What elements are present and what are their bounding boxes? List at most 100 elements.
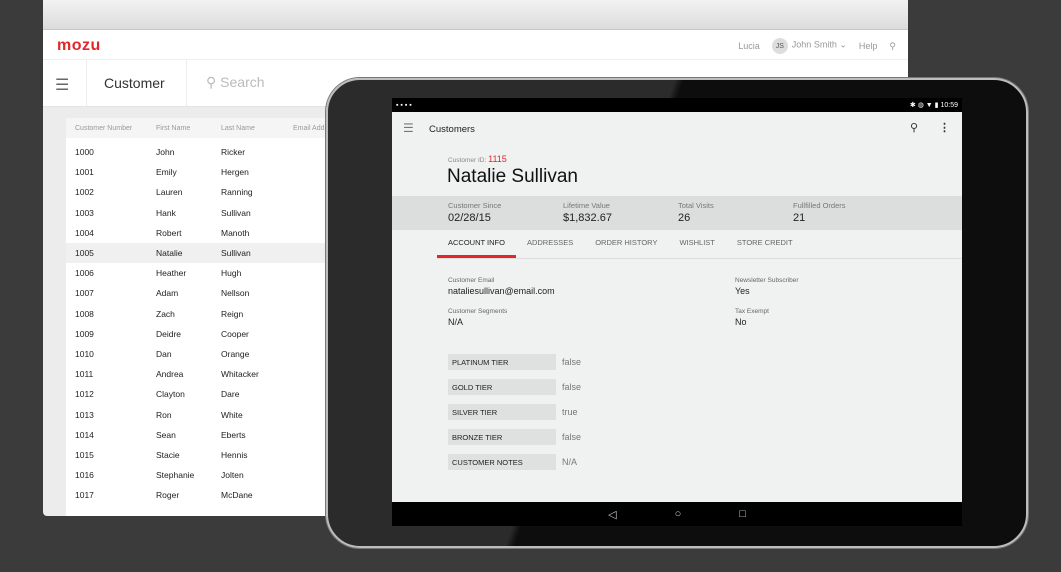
column-header[interactable]: First Name <box>156 125 221 132</box>
customer-id: Customer ID: 1115 <box>448 154 507 164</box>
attribute-row: GOLD TIER false <box>448 375 581 400</box>
store-name[interactable]: Lucia <box>738 41 760 51</box>
attribute-key: BRONZE TIER <box>448 428 556 445</box>
table-row[interactable]: 1017 Roger McDane <box>66 485 356 505</box>
search-icon[interactable]: ⚲ <box>889 41 896 52</box>
table-cell: Clayton <box>156 389 185 400</box>
table-cell: Dan <box>156 348 172 359</box>
table-row[interactable]: 1004 Robert Manoth <box>66 223 356 243</box>
column-header[interactable]: Email Addr <box>293 125 327 132</box>
table-header: Customer Number First Name Last Name Ema… <box>66 118 356 138</box>
column-header[interactable]: Last Name <box>221 125 293 132</box>
table-row[interactable]: 1007 Adam Nellson <box>66 283 356 303</box>
table-cell: 1012 <box>75 389 94 400</box>
table-cell: 1017 <box>75 490 94 501</box>
table-cell: 1015 <box>75 449 94 460</box>
attribute-key: CUSTOMER NOTES <box>448 453 556 470</box>
attribute-row: PLATINUM TIER false <box>448 350 581 375</box>
tab-item[interactable]: ADDRESSES <box>516 232 584 258</box>
table-cell: 1014 <box>75 429 94 440</box>
table-cell: Dare <box>221 389 240 400</box>
email-field: Customer Email nataliesullivan@email.com <box>448 277 555 296</box>
table-row[interactable]: 1012 Clayton Dare <box>66 384 356 404</box>
back-icon[interactable]: ◁ <box>608 508 616 521</box>
page-title: Customer <box>104 75 165 91</box>
stat-value: 21 <box>793 212 806 224</box>
stat-label: Lifetime Value <box>563 201 610 210</box>
table-row[interactable]: 1009 Deidre Cooper <box>66 324 356 344</box>
table-row[interactable]: 1016 Stephanie Jolten <box>66 465 356 485</box>
more-vert-icon[interactable]: ⋮ <box>939 121 950 134</box>
table-row[interactable]: 1015 Stacie Hennis <box>66 445 356 465</box>
attribute-key: PLATINUM TIER <box>448 354 556 371</box>
home-icon[interactable]: ○ <box>675 508 682 520</box>
attribute-value: false <box>562 431 582 442</box>
customer-id-value: 1115 <box>488 154 507 164</box>
table-row[interactable]: 1005 Natalie Sullivan <box>66 242 356 264</box>
table-row[interactable]: 1014 Sean Eberts <box>66 425 356 445</box>
table-cell: Roger <box>156 490 180 501</box>
table-cell: Hank <box>156 207 176 218</box>
table-cell: Eberts <box>221 429 246 440</box>
table-cell: Zach <box>156 308 175 319</box>
table-cell: Sean <box>156 429 176 440</box>
table-row[interactable]: 1002 Lauren Ranning <box>66 182 356 202</box>
table-cell: 1004 <box>75 227 94 238</box>
table-cell: Emily <box>156 167 177 178</box>
field-value: nataliesullivan@email.com <box>448 286 555 296</box>
table-row[interactable]: 1013 Ron White <box>66 404 356 424</box>
table-cell: Manoth <box>221 227 250 238</box>
menu-icon[interactable]: ☰ <box>403 121 414 135</box>
table-row[interactable]: 1000 John Ricker <box>66 142 356 162</box>
table-cell: 1001 <box>75 167 94 178</box>
column-header[interactable]: Customer Number <box>75 125 156 132</box>
table-cell: 1005 <box>75 248 94 259</box>
table-row[interactable]: 1001 Emily Hergen <box>66 162 356 182</box>
table-row[interactable]: 1011 Andrea Whitacker <box>66 364 356 384</box>
stat-item: Customer Since 02/28/15 <box>448 196 563 230</box>
table-cell: Jolten <box>221 470 244 481</box>
menu-icon[interactable]: ☰ <box>55 75 69 95</box>
stat-item: Fullfilled Orders 21 <box>793 196 908 230</box>
chevron-down-icon: ⌄ <box>839 39 847 50</box>
search-icon[interactable]: ⚲ <box>910 121 918 134</box>
table-cell: Deidre <box>156 328 182 339</box>
recents-icon[interactable]: □ <box>739 508 746 520</box>
window-titlebar <box>43 0 908 30</box>
stat-label: Customer Since <box>448 201 502 210</box>
tab-item[interactable]: STORE CREDIT <box>726 232 804 258</box>
user-menu[interactable]: JS John Smith ⌄ <box>771 38 847 54</box>
mozu-logo: mozu <box>57 37 101 54</box>
tab-item[interactable]: ORDER HISTORY <box>584 232 668 258</box>
table-cell: Reign <box>221 308 244 319</box>
attribute-row: SILVER TIER true <box>448 400 581 425</box>
table-cell: Ranning <box>221 187 253 198</box>
customer-name: Natalie Sullivan <box>447 166 578 187</box>
table-cell: Hugh <box>221 268 242 279</box>
table-row[interactable]: 1003 Hank Sullivan <box>66 203 356 223</box>
table-cell: Adam <box>156 288 179 299</box>
table-cell: 1002 <box>75 187 94 198</box>
tab-item[interactable]: WISHLIST <box>668 232 725 258</box>
stat-value: 02/28/15 <box>448 212 491 224</box>
field-value: No <box>735 317 747 327</box>
table-row[interactable]: 1006 Heather Hugh <box>66 263 356 283</box>
table-row[interactable]: 1010 Dan Orange <box>66 344 356 364</box>
table-cell: John <box>156 147 175 158</box>
app-bar: ☰ Customers ⚲ ⋮ <box>392 112 962 144</box>
help-link[interactable]: Help <box>859 41 878 51</box>
stat-label: Total Visits <box>678 201 714 210</box>
table-cell: Hergen <box>221 167 249 178</box>
customer-id-label: Customer ID: <box>448 157 487 164</box>
table-row[interactable]: 1008 Zach Reign <box>66 304 356 324</box>
newsletter-field: Newsletter Subscriber Yes <box>735 277 799 296</box>
table-cell: Sullivan <box>221 248 251 259</box>
table-cell: 1003 <box>75 207 94 218</box>
table-cell: 1006 <box>75 268 94 279</box>
app-title: Customers <box>429 124 475 135</box>
tab-item[interactable]: ACCOUNT INFO <box>437 232 516 258</box>
search-input[interactable]: ⚲ Search <box>206 74 265 91</box>
segments-field: Customer Segments N/A <box>448 308 507 327</box>
customer-stats: Customer Since 02/28/15 Lifetime Value $1,8… <box>392 196 962 230</box>
attribute-row: CUSTOMER NOTES N/A <box>448 449 581 474</box>
